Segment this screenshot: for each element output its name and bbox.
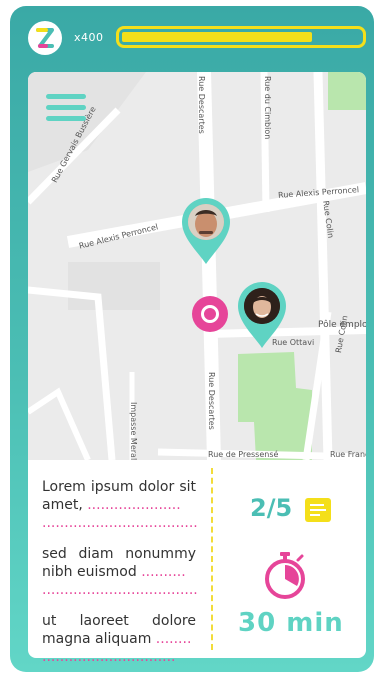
street-label: Impasse Meral — [129, 402, 138, 460]
street-label: Rue Franc — [330, 450, 366, 459]
blank-line: ................................... — [42, 582, 198, 598]
time-remaining: 30 min — [238, 608, 344, 638]
avatar — [244, 288, 280, 324]
player-pin-woman[interactable] — [236, 280, 288, 348]
blank-line: ................................... — [42, 515, 198, 531]
quest-panel: Lorem ipsum dolor sit amet, ............… — [28, 460, 366, 665]
xp-progress-bar — [116, 26, 366, 48]
checklist-icon[interactable] — [305, 498, 331, 522]
quest-line: Lorem ipsum dolor sit amet, ............… — [42, 478, 198, 532]
xp-progress-fill — [122, 32, 313, 42]
app-logo-icon[interactable] — [28, 21, 62, 55]
blank-line: .............................. — [42, 649, 176, 665]
quest-line: sed diam nonummy nibh euismod ..........… — [42, 545, 198, 599]
hamburger-menu-icon[interactable] — [46, 90, 86, 122]
panel-divider — [211, 468, 213, 650]
app-frame: x400 Rue Alexis Perroncel Rue Alexis Per… — [10, 6, 374, 672]
target-location-icon[interactable] — [192, 296, 228, 332]
blank-line: ........ — [155, 631, 192, 647]
blank-line: ..................... — [87, 497, 181, 513]
avatar — [188, 204, 224, 240]
poi-label: Pôle emploi — [318, 320, 366, 330]
quest-description: Lorem ipsum dolor sit amet, ............… — [42, 478, 198, 679]
quest-progress: 2/5 — [250, 494, 293, 522]
quest-line: ut laoreet dolore magna aliquam ........… — [42, 612, 196, 666]
blank-line: .......... — [141, 564, 186, 580]
player-pin-man[interactable] — [180, 196, 232, 264]
header: x400 — [10, 6, 374, 70]
street-label: Rue du Cimbion — [263, 76, 272, 140]
street-label: Rue Descartes — [197, 76, 206, 134]
stopwatch-icon — [265, 552, 305, 599]
street-label: Rue de Pressensé — [208, 450, 279, 459]
coin-count: x400 — [74, 31, 104, 44]
map-view[interactable]: Rue Alexis Perroncel Rue Alexis Perronce… — [28, 72, 366, 460]
street-label: Rue Descartes — [207, 372, 216, 430]
